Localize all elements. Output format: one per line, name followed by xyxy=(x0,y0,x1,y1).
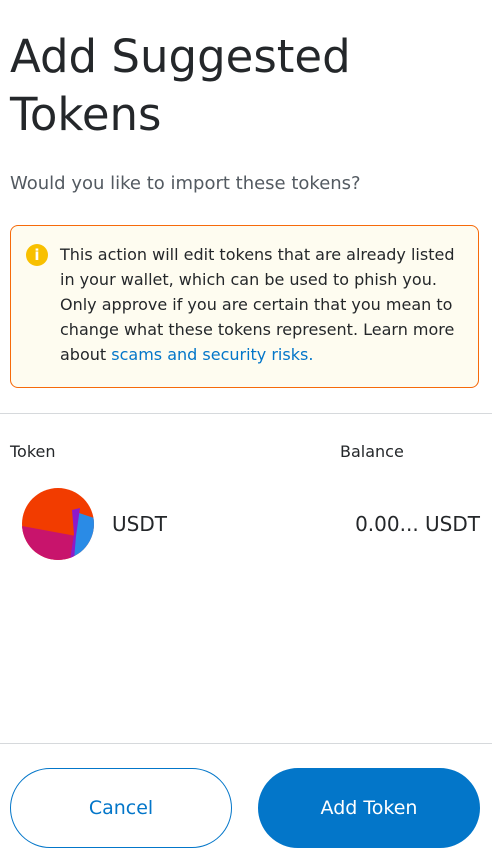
divider xyxy=(0,413,492,414)
scams-security-risks-link[interactable]: scams and security risks. xyxy=(111,345,313,364)
info-icon: i xyxy=(26,244,48,266)
add-token-button[interactable]: Add Token xyxy=(258,768,480,848)
jazzicon-avatar xyxy=(22,488,94,560)
cancel-button[interactable]: Cancel xyxy=(10,768,232,848)
page-title: Add Suggested Tokens xyxy=(10,30,351,141)
token-symbol: USDT xyxy=(112,512,167,536)
warning-text: This action will edit tokens that are al… xyxy=(60,242,466,367)
page-subtitle: Would you like to import these tokens? xyxy=(10,173,361,194)
token-row: USDT 0.00... USDT xyxy=(0,486,492,562)
token-balance: 0.00... USDT xyxy=(355,512,480,536)
warning-banner: i This action will edit tokens that are … xyxy=(10,225,479,388)
add-suggested-tokens-page: Add Suggested Tokens Would you like to i… xyxy=(0,0,492,862)
balance-column-header: Balance xyxy=(340,442,404,461)
token-column-header: Token xyxy=(10,442,56,461)
divider xyxy=(0,743,492,744)
